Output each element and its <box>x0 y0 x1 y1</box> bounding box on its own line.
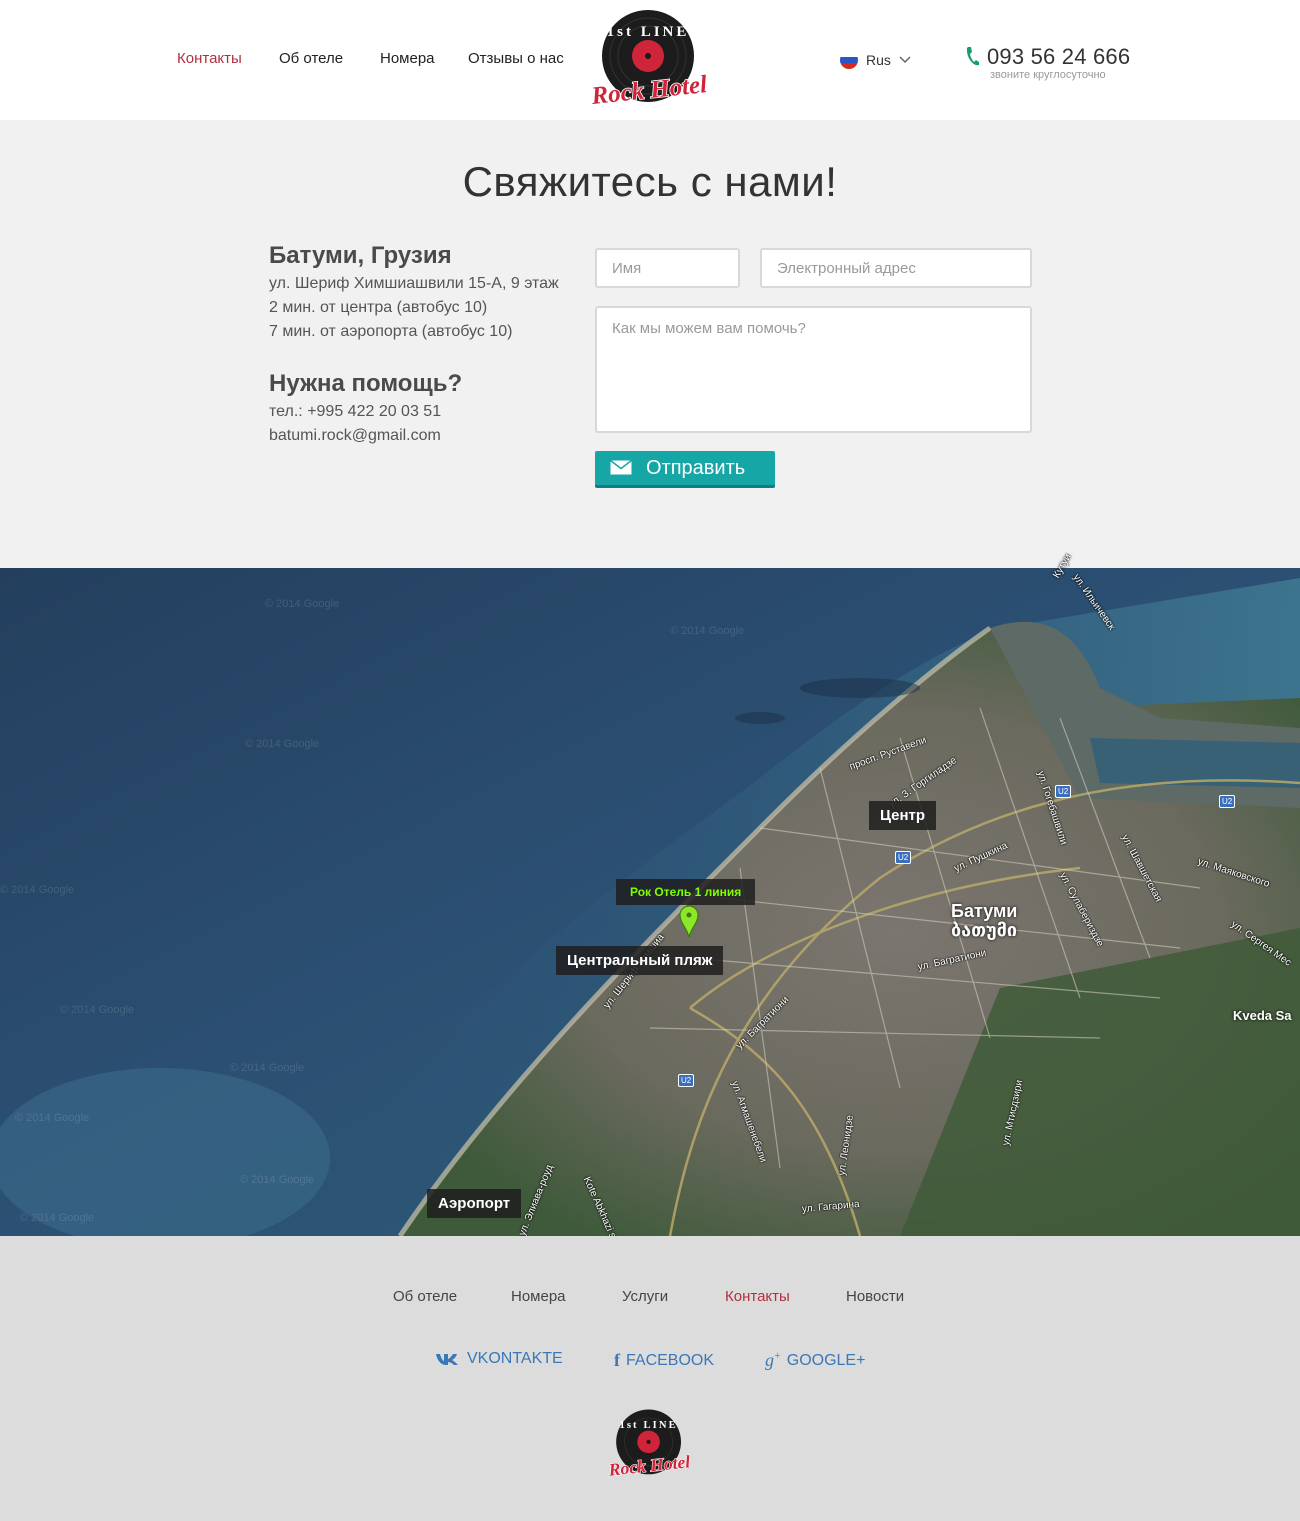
russia-flag-icon <box>840 51 858 69</box>
footer-logo-top-text: 1st LINE <box>619 1420 677 1431</box>
footer-nav-news[interactable]: Новости <box>846 1288 904 1305</box>
footer-nav-services[interactable]: Услуги <box>622 1288 668 1305</box>
map-label-center: Центр <box>869 801 937 830</box>
map-watermark: © 2014 Google <box>20 1212 95 1224</box>
map-watermark: © 2014 Google <box>265 598 340 610</box>
vk-icon <box>436 1354 458 1365</box>
city-name-ka: ბათუმი <box>951 920 1018 940</box>
language-selector[interactable]: Rus <box>840 50 911 70</box>
google-plus-icon: g+ <box>765 1350 781 1370</box>
map-watermark: © 2014 Google <box>0 884 75 896</box>
phone-note: звоните круглосуточно <box>990 69 1106 81</box>
address-line: 2 мин. от центра (автобус 10) <box>269 299 488 316</box>
map-label-hotel[interactable]: Рок Отель 1 линия <box>616 879 756 905</box>
chevron-down-icon <box>899 56 911 64</box>
city-name-ru: Батуми <box>951 901 1018 921</box>
nav-link-about[interactable]: Об отеле <box>279 50 343 67</box>
site-footer: Об отеле Номера Услуги Контакты Новости … <box>0 1236 1300 1521</box>
address-line: ул. Шериф Химшиашвили 15-А, 9 этаж <box>269 275 559 292</box>
message-textarea[interactable] <box>595 306 1032 433</box>
nav-link-rooms[interactable]: Номера <box>380 50 435 67</box>
phone-number[interactable]: 093 56 24 666 <box>987 44 1130 70</box>
send-button-label: Отправить <box>646 457 746 479</box>
location-heading: Батуми, Грузия <box>269 242 452 269</box>
map-watermark: © 2014 Google <box>60 1004 135 1016</box>
address-line: 7 мин. от аэропорта (автобус 10) <box>269 323 513 340</box>
send-button[interactable]: Отправить <box>595 451 775 488</box>
rock-hotel-logo[interactable]: 1st LINE Rock Hotel <box>589 8 711 110</box>
google-plus-link[interactable]: g+ GOOGLE+ <box>765 1350 865 1371</box>
map-label-airport: Аэропорт <box>427 1189 522 1218</box>
footer-nav-about[interactable]: Об отеле <box>393 1288 457 1305</box>
facebook-icon: f <box>614 1350 620 1370</box>
nav-link-contacts[interactable]: Контакты <box>177 50 242 67</box>
vk-link[interactable]: VKONTAKTE <box>435 1350 563 1368</box>
road-shield: U2 <box>678 1074 695 1087</box>
language-label: Rus <box>866 52 891 68</box>
contact-phone: тел.: +995 422 20 03 51 <box>269 403 442 420</box>
logo-top-text: 1st LINE <box>607 24 690 40</box>
road-shield: U2 <box>1219 795 1236 808</box>
facebook-label: FACEBOOK <box>626 1351 715 1369</box>
place-label: Kveda Sa <box>1233 1008 1292 1023</box>
city-label: Батуми ბათუმი <box>951 902 1017 940</box>
google-plus-label: GOOGLE+ <box>786 1351 866 1369</box>
vk-label: VKONTAKTE <box>467 1350 563 1367</box>
road-shield: U2 <box>895 851 912 864</box>
name-input[interactable] <box>595 248 740 288</box>
footer-nav-rooms[interactable]: Номера <box>511 1288 566 1305</box>
site-header: Контакты Об отеле Номера Отзывы о нас 1s… <box>0 0 1300 120</box>
contact-email[interactable]: batumi.rock@gmail.com <box>269 427 441 445</box>
nav-link-reviews[interactable]: Отзывы о нас <box>468 50 564 67</box>
page-title: Свяжитесь с нами! <box>462 158 838 205</box>
road-shield: U2 <box>1055 785 1072 798</box>
contact-section: Свяжитесь с нами! Батуми, Грузия ул. Шер… <box>0 120 1300 568</box>
facebook-link[interactable]: f FACEBOOK <box>614 1350 714 1371</box>
map-watermark: © 2014 Google <box>245 738 320 750</box>
map-label-beach: Центральный пляж <box>556 946 724 975</box>
footer-rock-hotel-logo[interactable]: 1st LINE Rock Hotel <box>607 1408 693 1480</box>
map-watermark: © 2014 Google <box>15 1112 90 1124</box>
help-heading: Нужна помощь? <box>269 370 463 397</box>
map-watermark: © 2014 Google <box>230 1062 305 1074</box>
envelope-icon <box>610 460 632 475</box>
phone-icon <box>966 47 979 66</box>
map-watermark: © 2014 Google <box>670 625 745 637</box>
email-input[interactable] <box>760 248 1032 288</box>
hotel-map-pin-icon[interactable] <box>678 904 700 938</box>
footer-nav-contacts[interactable]: Контакты <box>725 1288 790 1305</box>
map-watermark: © 2014 Google <box>240 1174 315 1186</box>
